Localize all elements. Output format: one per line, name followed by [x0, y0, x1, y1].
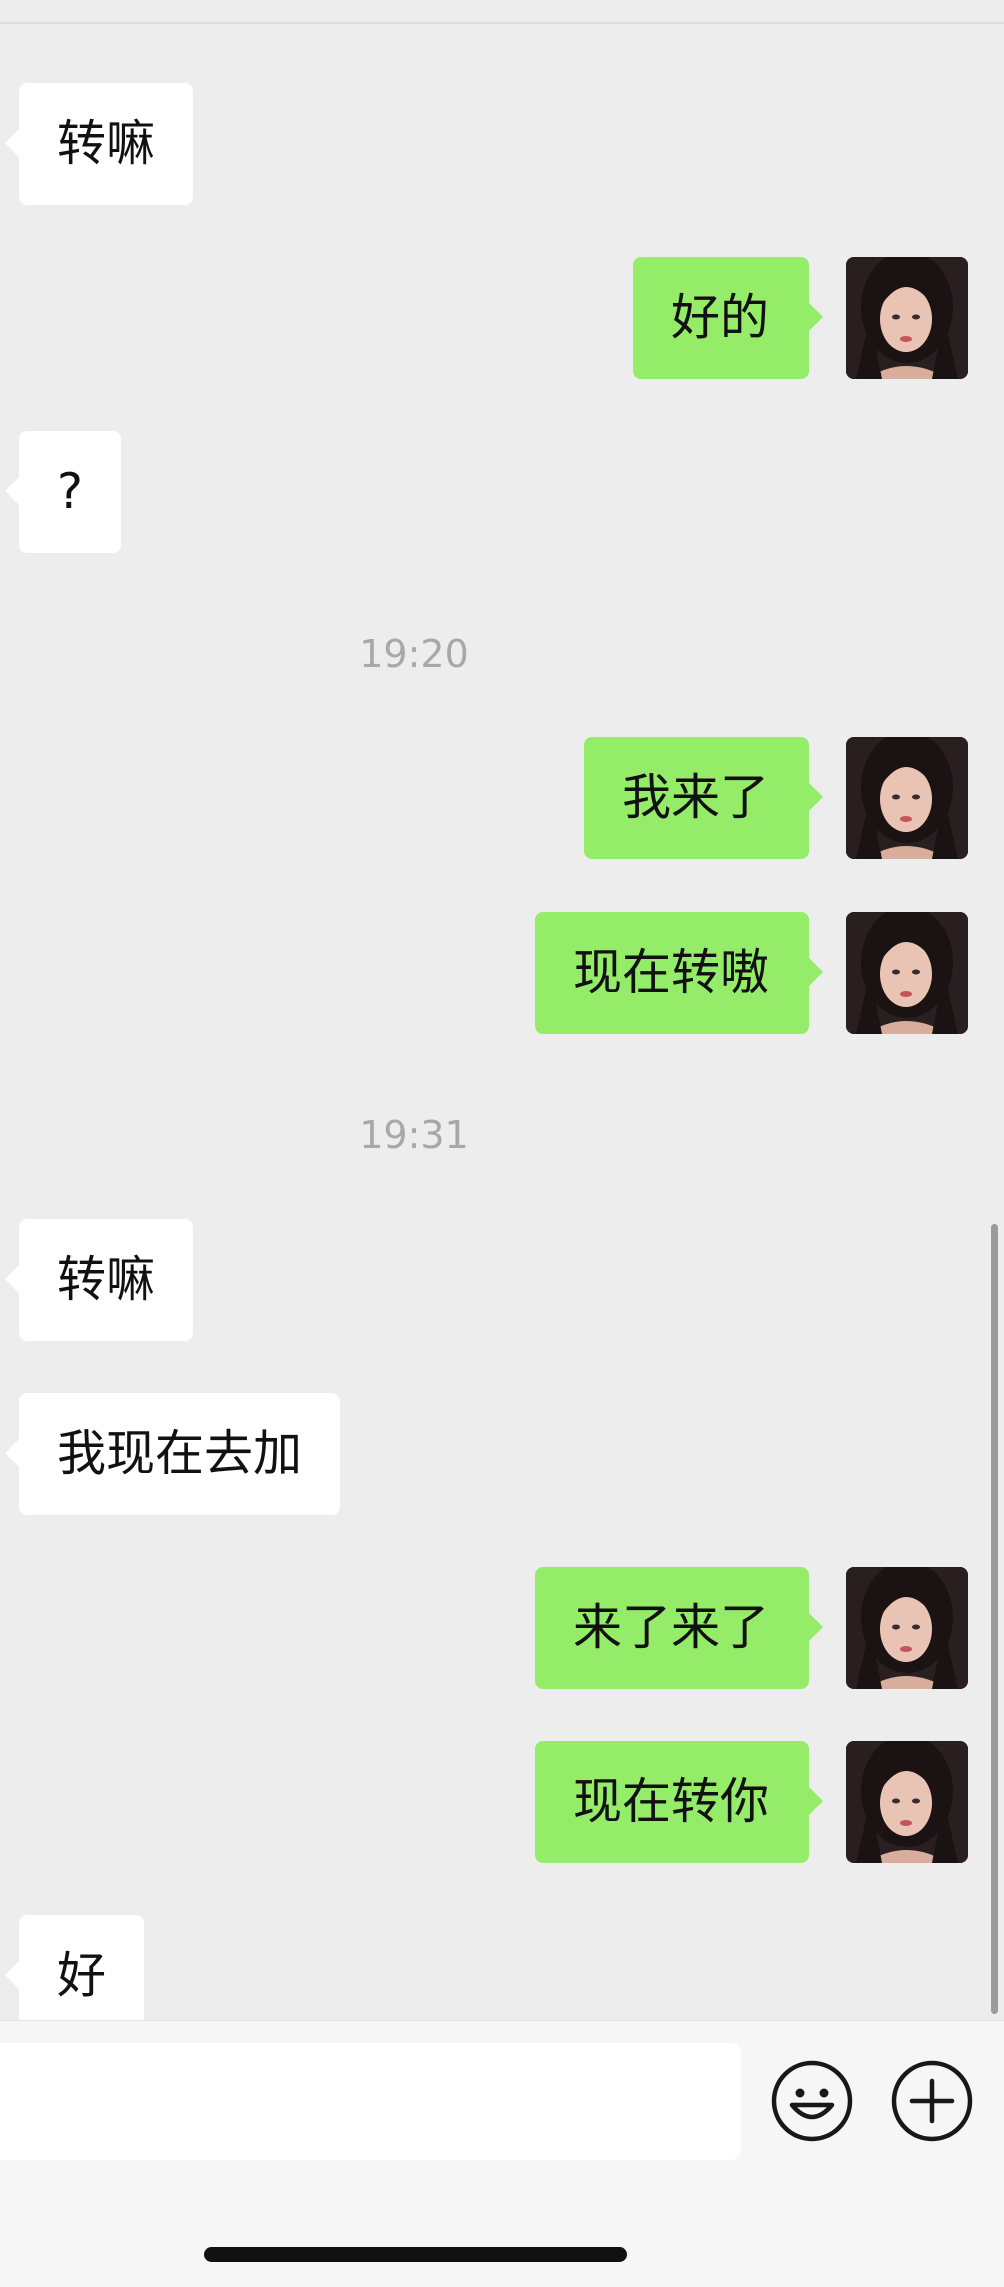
home-indicator[interactable]: [204, 2247, 627, 2262]
smiley-face-icon: [771, 2060, 853, 2142]
more-actions-button[interactable]: [890, 2059, 974, 2143]
avatar-portrait-icon: [846, 257, 968, 379]
incoming-message-bubble[interactable]: 转嘛: [4, 1219, 194, 1341]
message-text: 我来了: [621, 769, 769, 826]
scrollbar[interactable]: [991, 1224, 998, 2014]
incoming-message-bubble[interactable]: 我现在去加: [4, 1393, 341, 1515]
message-text: 现在转嗷: [572, 944, 769, 1001]
emoji-button[interactable]: [770, 2059, 854, 2143]
message-text: 好的: [670, 289, 769, 346]
avatar-portrait-icon: [846, 912, 968, 1034]
message-text: 转嘛: [57, 1251, 156, 1308]
message-text: 好: [57, 1947, 107, 2004]
incoming-message-bubble[interactable]: 转嘛: [4, 83, 194, 205]
outgoing-message-bubble[interactable]: 来了来了: [534, 1567, 824, 1689]
user-avatar[interactable]: [846, 257, 968, 379]
avatar-portrait-icon: [846, 1741, 968, 1863]
user-avatar[interactable]: [846, 1741, 968, 1863]
outgoing-message-bubble[interactable]: 现在转你: [534, 1741, 824, 1863]
outgoing-message-bubble[interactable]: 现在转嗷: [534, 912, 824, 1034]
timestamp: 19:31: [359, 1113, 469, 1157]
timestamp: 19:20: [359, 632, 469, 676]
message-text: 现在转你: [572, 1773, 769, 1830]
message-text: ?: [57, 463, 84, 520]
outgoing-message-bubble[interactable]: 好的: [632, 257, 824, 379]
incoming-message-bubble[interactable]: 好: [4, 1915, 145, 2020]
user-avatar[interactable]: [846, 1567, 968, 1689]
avatar-portrait-icon: [846, 1567, 968, 1689]
avatar-portrait-icon: [846, 737, 968, 859]
chat-screen: 转嘛 好的 ? 19:20 我来了 现在转嗷 19:31 转嘛 我现在去加 来了…: [0, 0, 1004, 2287]
message-text: 转嘛: [57, 115, 156, 172]
user-avatar[interactable]: [846, 737, 968, 859]
message-input[interactable]: [0, 2043, 741, 2160]
incoming-message-bubble[interactable]: ?: [4, 431, 122, 553]
message-list[interactable]: 转嘛 好的 ? 19:20 我来了 现在转嗷 19:31 转嘛 我现在去加 来了…: [0, 24, 1004, 2020]
user-avatar[interactable]: [846, 912, 968, 1034]
header-divider: [0, 0, 1004, 24]
plus-circle-icon: [891, 2060, 973, 2142]
outgoing-message-bubble[interactable]: 我来了: [583, 737, 824, 859]
message-text: 我现在去加: [57, 1425, 303, 1482]
message-text: 来了来了: [572, 1599, 769, 1656]
